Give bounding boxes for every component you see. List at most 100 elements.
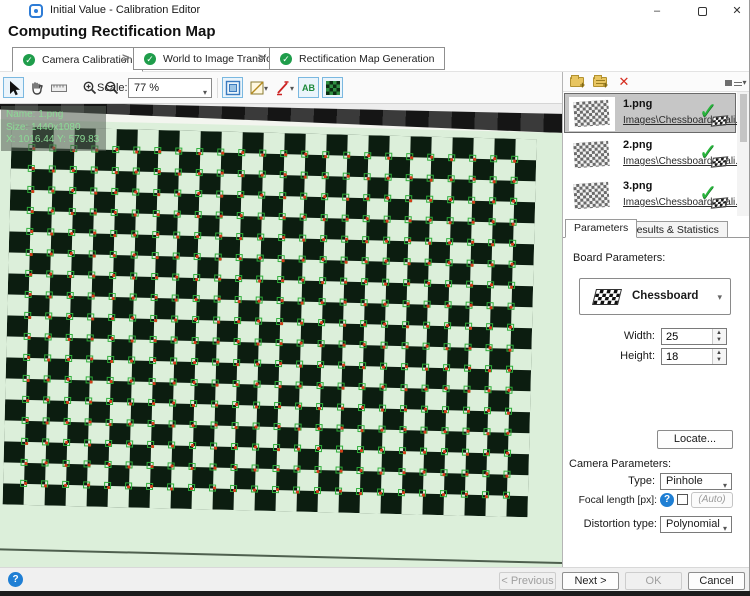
calibration-marker (320, 235, 327, 242)
board-type-select[interactable]: Chessboard ▾ (579, 278, 731, 315)
calibration-image-item[interactable]: 2.png Images\Chessboard_Cali... ✓ (564, 134, 736, 174)
image-viewer-canvas[interactable]: Name: 1.png Size: 1440x1080 X: 1016.44 Y… (0, 104, 562, 567)
calibration-marker (440, 469, 447, 476)
calibration-marker (46, 270, 53, 277)
panel-tabs: Parameters Results & Statistics (563, 219, 750, 238)
calibration-marker (171, 336, 178, 343)
calibration-marker (343, 152, 350, 159)
calibration-marker (45, 333, 52, 340)
calibration-marker (424, 301, 431, 308)
calibration-marker (463, 386, 470, 393)
calibration-marker (49, 165, 56, 172)
calibration-marker (441, 427, 448, 434)
calibration-marker (335, 466, 342, 473)
calibration-marker (170, 378, 177, 385)
calibration-marker (217, 149, 224, 156)
scale-select[interactable]: 77 %▾ (128, 78, 212, 98)
calibration-marker (489, 197, 496, 204)
calibration-image-item[interactable]: 1.png Images\Chessboard_Cali... ✓ (564, 93, 736, 133)
calibration-marker (209, 463, 216, 470)
locate-button[interactable]: Locate... (657, 430, 733, 449)
fit-to-window-button[interactable] (222, 77, 243, 98)
chevron-down-icon[interactable]: ▾ (290, 84, 294, 93)
calibration-marker (63, 460, 70, 467)
calibration-marker (342, 194, 349, 201)
calibration-marker (69, 187, 76, 194)
view-mode-button[interactable]: ▾ (723, 73, 749, 91)
distortion-type-select[interactable]: Polynomial▾ (660, 516, 732, 533)
width-input[interactable] (662, 329, 712, 344)
delete-icon: ✕ (619, 74, 630, 90)
calibration-marker (463, 407, 470, 414)
file-thumbnail (569, 138, 615, 172)
calibration-marker (133, 146, 140, 153)
tab-parameters[interactable]: Parameters (565, 219, 637, 238)
scrollbar-thumb[interactable] (740, 94, 747, 142)
add-image-button[interactable]: + (568, 73, 586, 91)
calibration-marker (128, 377, 135, 384)
calibration-marker (337, 383, 344, 390)
calibration-marker (321, 193, 328, 200)
pan-tool-button[interactable] (26, 77, 47, 98)
width-spin-buttons[interactable]: ▲▼ (712, 329, 726, 344)
chevron-right-icon: > (258, 50, 266, 65)
labels-toggle-button[interactable]: AB (298, 77, 319, 98)
board-overlay-toggle-button[interactable] (322, 77, 343, 98)
minimize-button[interactable]: – (640, 0, 674, 22)
chessboard-pattern (3, 126, 537, 517)
chevron-down-icon[interactable]: ▾ (264, 84, 268, 93)
help-icon[interactable]: ? (660, 493, 674, 507)
calibration-marker (27, 186, 34, 193)
calibration-marker (47, 228, 54, 235)
chevron-down-icon: ▾ (723, 521, 727, 536)
calibration-marker (24, 312, 31, 319)
cursor-tool-button[interactable] (3, 77, 24, 98)
calibration-marker (482, 470, 489, 477)
calibration-marker (259, 150, 266, 157)
calibration-marker (278, 234, 285, 241)
calibration-marker (21, 459, 28, 466)
close-button[interactable]: ✕ (720, 0, 750, 22)
calibration-marker (379, 384, 386, 391)
calibration-marker (24, 333, 31, 340)
calibration-image-item[interactable]: 3.png Images\Chessboard_Cali... ✓ (564, 175, 736, 215)
height-input[interactable] (662, 349, 712, 364)
calibration-marker (174, 189, 181, 196)
height-spin-buttons[interactable]: ▲▼ (712, 349, 726, 364)
calibration-marker (196, 148, 203, 155)
wizard-step-rectification-map[interactable]: ✓ Rectification Map Generation (269, 47, 445, 70)
help-button[interactable]: ? (8, 572, 23, 587)
calibrated-icon: ✓ (701, 104, 727, 128)
calibration-marker (169, 420, 176, 427)
calibration-marker (462, 428, 469, 435)
add-image-series-button[interactable]: + (591, 73, 609, 91)
calibration-marker (483, 428, 490, 435)
calibration-marker (364, 173, 371, 180)
calibration-marker (423, 322, 430, 329)
list-scrollbar[interactable] (737, 92, 750, 216)
focal-length-field[interactable]: (Auto) (691, 492, 733, 508)
previous-button[interactable]: < Previous (499, 572, 556, 590)
calibration-marker (22, 417, 29, 424)
step-complete-icon: ✓ (280, 53, 292, 65)
remove-image-button[interactable]: ✕ (615, 73, 633, 91)
calibration-marker (65, 376, 72, 383)
calibration-marker (421, 406, 428, 413)
measure-tool-button[interactable] (48, 77, 69, 98)
calibration-marker (404, 237, 411, 244)
calibration-marker (511, 156, 518, 163)
calibration-marker (87, 313, 94, 320)
focal-auto-checkbox[interactable] (677, 494, 688, 505)
calibration-marker (293, 486, 300, 493)
calibration-marker (358, 383, 365, 390)
calibration-marker (23, 375, 30, 382)
calibration-marker (465, 323, 472, 330)
ok-button[interactable]: OK (625, 572, 682, 590)
calibration-marker (405, 195, 412, 202)
camera-type-select[interactable]: Pinhole▾ (660, 473, 732, 490)
maximize-button[interactable] (685, 0, 719, 22)
calibration-marker (235, 296, 242, 303)
next-button[interactable]: Next > (562, 572, 619, 590)
cancel-button[interactable]: Cancel (688, 572, 745, 590)
calibration-marker (169, 399, 176, 406)
